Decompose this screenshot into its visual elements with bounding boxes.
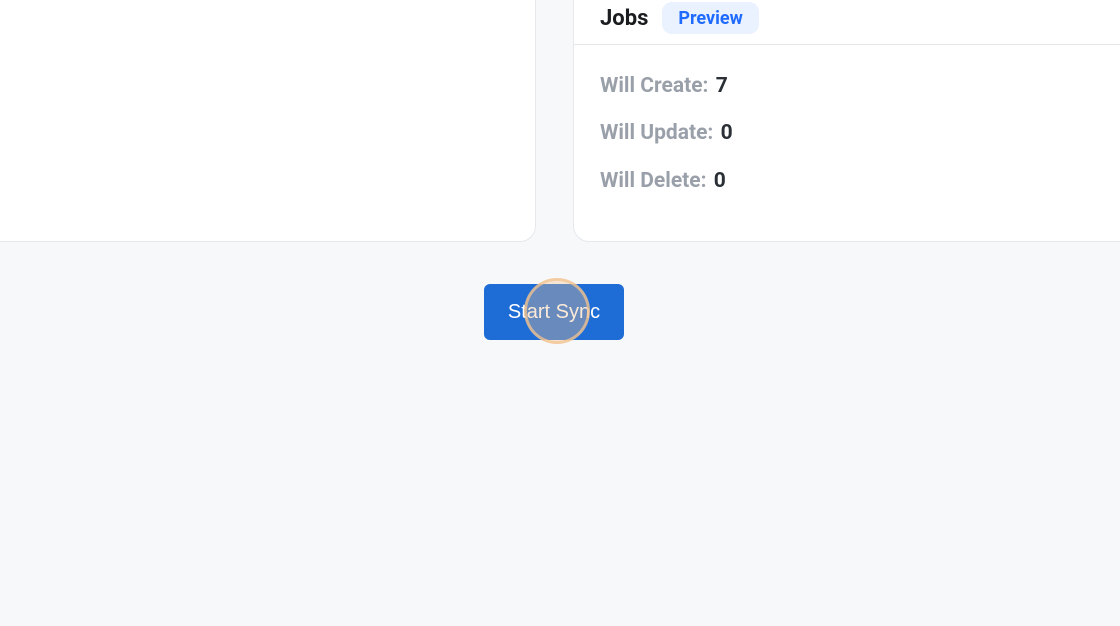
- will-delete-value: 0: [714, 169, 726, 193]
- will-create-stat: Will Create: 7: [600, 73, 1120, 100]
- jobs-title: Jobs: [600, 6, 648, 31]
- will-create-label: Will Create:: [600, 74, 708, 98]
- will-create-value: 7: [716, 74, 728, 98]
- left-card: [0, 0, 536, 242]
- preview-badge: Preview: [662, 2, 758, 34]
- jobs-card-body: Will Create: 7 Will Update: 0 Will Delet…: [574, 45, 1120, 223]
- jobs-card-header: Jobs Preview: [574, 0, 1120, 45]
- jobs-preview-card: Jobs Preview Will Create: 7 Will Update:…: [573, 0, 1120, 242]
- start-sync-button[interactable]: Start Sync: [484, 284, 624, 340]
- will-update-value: 0: [721, 121, 733, 145]
- will-update-stat: Will Update: 0: [600, 120, 1120, 147]
- will-delete-stat: Will Delete: 0: [600, 168, 1120, 195]
- will-update-label: Will Update:: [600, 121, 713, 145]
- will-delete-label: Will Delete:: [600, 169, 707, 193]
